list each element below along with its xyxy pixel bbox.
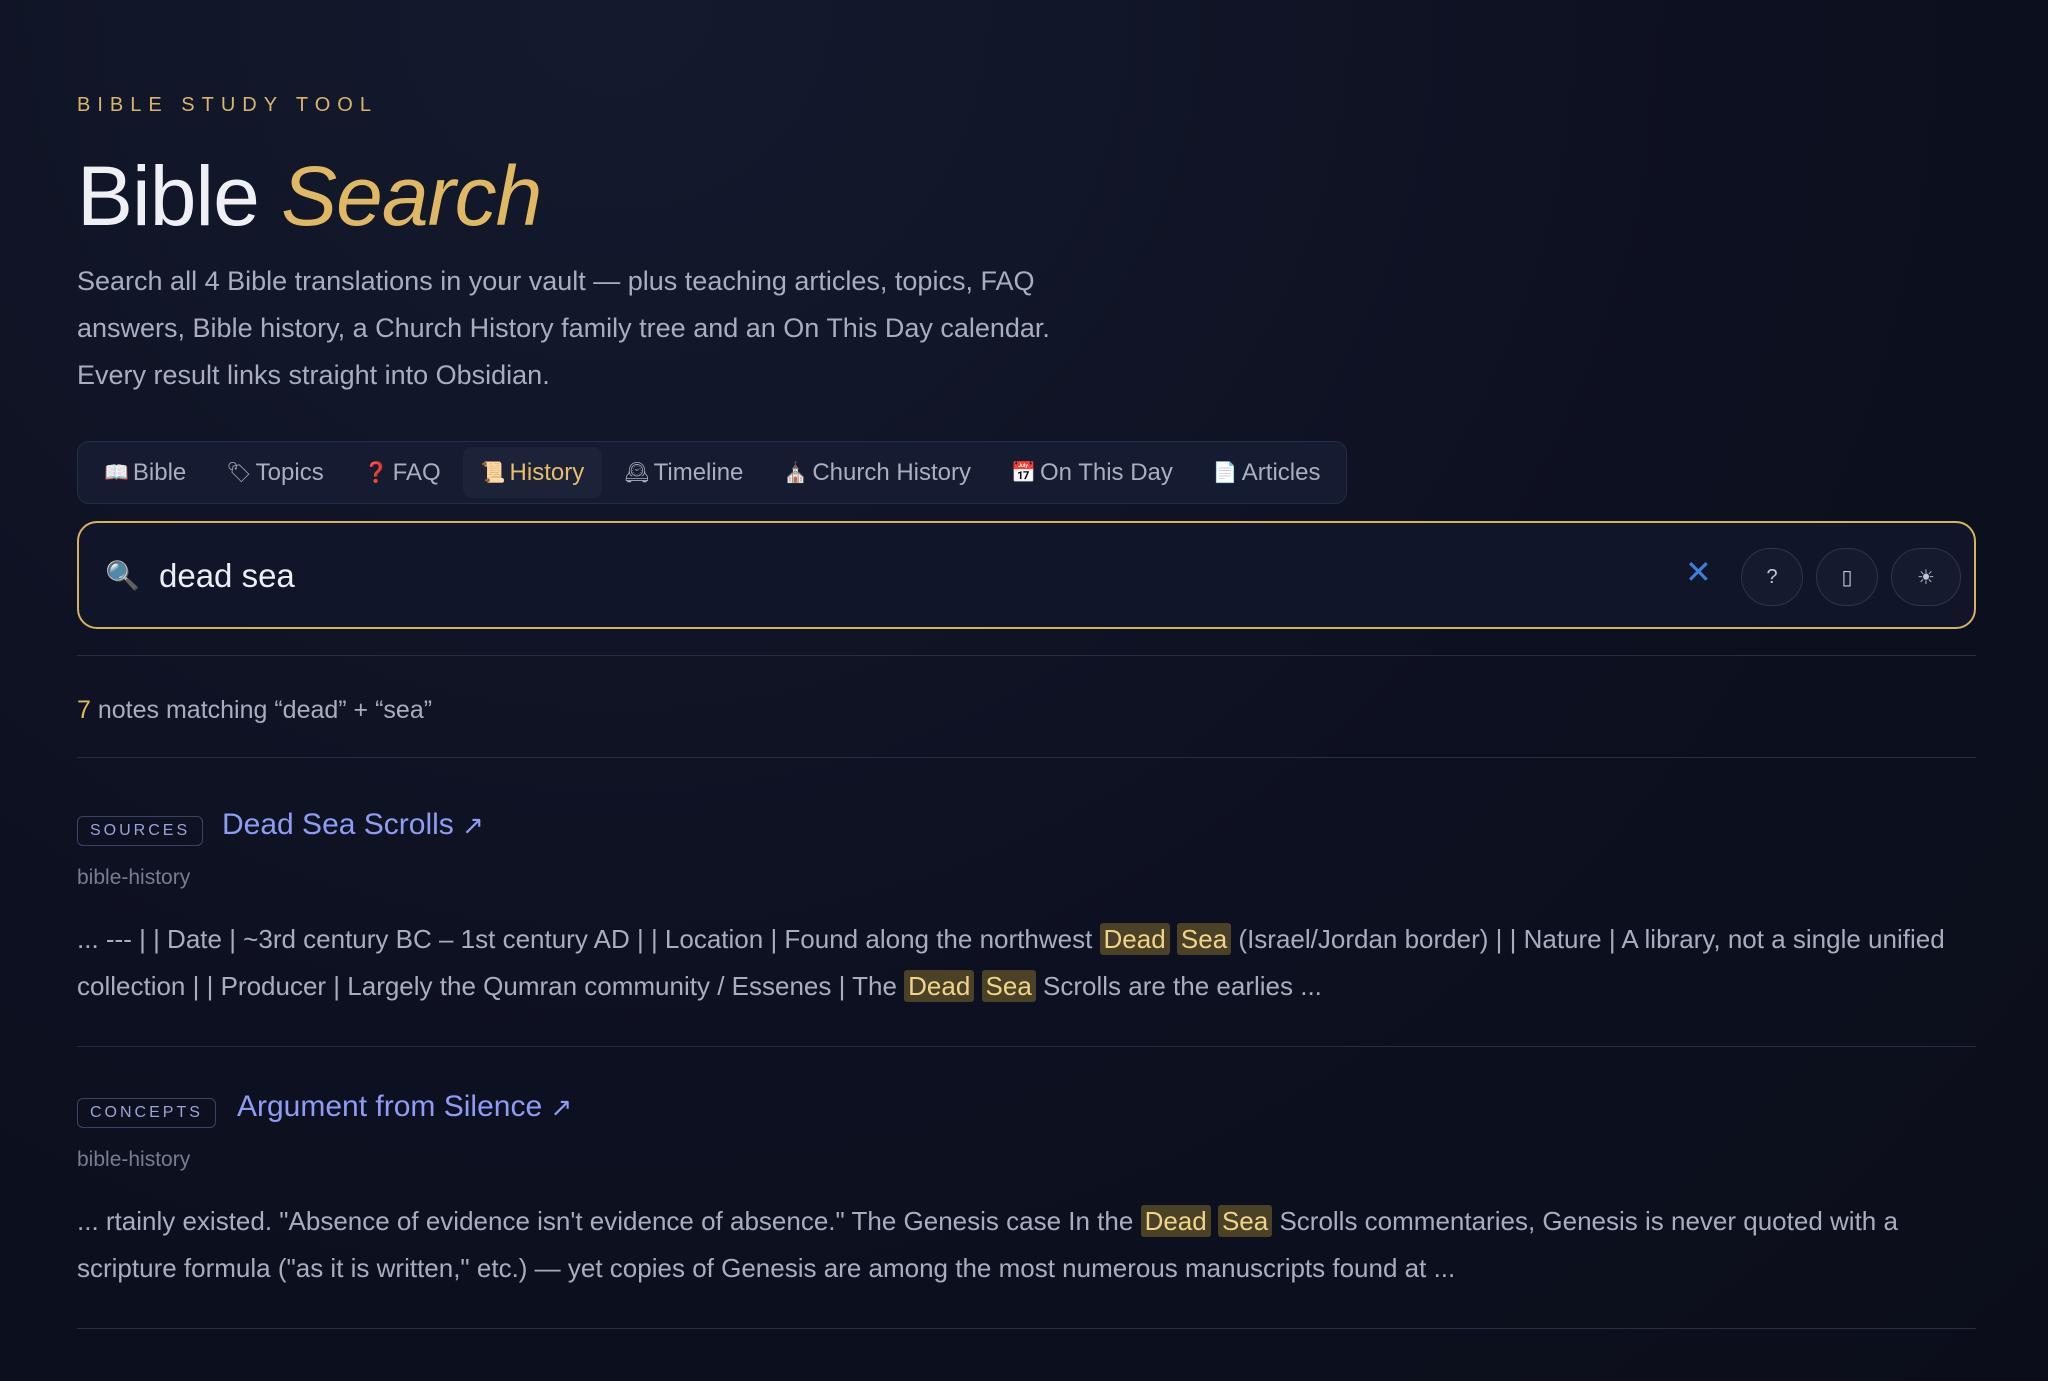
tab-timeline[interactable]: 🕰 Timeline	[606, 447, 761, 498]
tab-articles[interactable]: 📄 Articles	[1195, 447, 1339, 498]
match-highlight: Sea	[1176, 923, 1232, 955]
search-icon: 🔍	[105, 560, 140, 591]
snippet-text: ... rtainly existed. "Absence of evidenc…	[77, 1206, 1141, 1236]
clock-icon: 🕰	[624, 462, 650, 484]
snippet-text: ... --- | | Date | ~3rd century BC – 1st…	[77, 924, 1100, 954]
tab-label: Timeline	[653, 458, 744, 486]
match-highlight: Dead	[904, 970, 975, 1002]
tab-on-this-day[interactable]: 📅 On This Day	[993, 447, 1191, 498]
clear-icon[interactable]: ✕	[1685, 553, 1712, 591]
help-button[interactable]: ?	[1741, 548, 1803, 606]
search-input[interactable]	[159, 547, 1659, 605]
scroll-icon: 📜	[480, 462, 506, 484]
results-count-number: 7	[77, 696, 91, 724]
external-link-arrow-icon: ↗	[462, 810, 484, 840]
tab-bar: 📖 Bible 🏷 Topics ❓ FAQ 📜 History 🕰 Timeline ⛪ Churc…	[77, 441, 1348, 504]
divider	[77, 1328, 1976, 1329]
match-highlight: Dead	[1140, 1205, 1211, 1237]
divider	[77, 1046, 1976, 1047]
title-accent: Search	[281, 149, 542, 243]
eyebrow-label: BIBLE STUDY TOOL	[77, 94, 378, 116]
tab-label: Church History	[812, 458, 972, 486]
results-count: 7 notes matching “dead” + “sea”	[77, 696, 432, 725]
match-highlight: Sea	[981, 970, 1036, 1002]
tab-label: FAQ	[392, 458, 441, 486]
tab-faq[interactable]: ❓ FAQ	[346, 447, 459, 498]
tab-label: Topics	[255, 458, 324, 486]
result-title: Argument from Silence	[237, 1090, 543, 1123]
match-highlight: Dead	[1099, 923, 1170, 955]
result-snippet: ... rtainly existed. "Absence of evidenc…	[77, 1198, 1976, 1292]
tab-topics[interactable]: 🏷 Topics	[208, 447, 341, 498]
tab-bible[interactable]: 📖 Bible	[86, 447, 204, 498]
theme-toggle-button[interactable]: ☀	[1891, 548, 1961, 606]
snippet-text	[1170, 924, 1177, 954]
snippet-text: Scrolls are the earlies ...	[1035, 971, 1322, 1001]
result-snippet: ... --- | | Date | ~3rd century BC – 1st…	[77, 916, 1976, 1010]
open-book-icon: 📖	[104, 462, 129, 484]
page-title: Bible Search	[77, 148, 542, 245]
tab-label: History	[509, 458, 585, 486]
result-title-link[interactable]: Dead Sea Scrolls ↗	[222, 808, 484, 842]
results-count-text: notes matching “dead” + “sea”	[97, 696, 433, 724]
tag-icon: 🏷	[226, 462, 252, 484]
title-main: Bible	[77, 149, 260, 243]
tab-label: On This Day	[1039, 458, 1173, 486]
divider	[77, 655, 1976, 656]
tab-label: Bible	[132, 458, 187, 486]
category-badge: SOURCES	[77, 816, 204, 846]
question-mark-icon: ❓	[363, 462, 389, 484]
page-description: Search all 4 Bible translations in your …	[77, 266, 1050, 390]
match-highlight: Sea	[1217, 1205, 1273, 1237]
result-path: bible-history	[77, 1148, 191, 1171]
snippet-text	[974, 971, 981, 1001]
result-path: bible-history	[77, 866, 191, 889]
document-icon: 📄	[1212, 462, 1238, 484]
mode-toggle-button[interactable]: ▯	[1816, 548, 1878, 606]
category-badge: CONCEPTS	[77, 1098, 216, 1128]
tab-label: Articles	[1241, 458, 1321, 486]
search-box: 🔍 ✕ ? ▯ ☀	[77, 521, 1976, 629]
tab-history[interactable]: 📜 History	[462, 447, 603, 498]
result-title-link[interactable]: Argument from Silence ↗	[237, 1090, 572, 1124]
external-link-arrow-icon: ↗	[550, 1092, 573, 1122]
result-title: Dead Sea Scrolls	[222, 808, 454, 841]
tab-church-history[interactable]: ⛪ Church History	[765, 447, 989, 498]
calendar-icon: 📅	[1011, 462, 1036, 484]
church-icon: ⛪	[783, 462, 809, 484]
snippet-text	[1211, 1206, 1218, 1236]
divider	[77, 757, 1976, 758]
